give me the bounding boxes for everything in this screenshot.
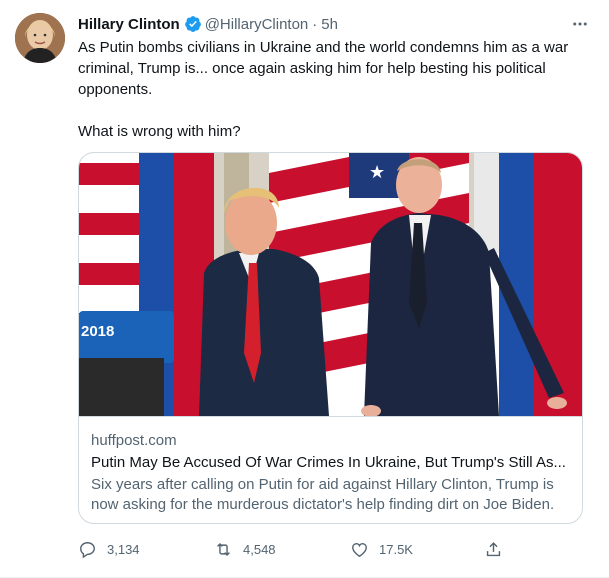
- action-bar: 3,134 4,548 17.5K: [78, 538, 518, 560]
- tweet[interactable]: Hillary Clinton @HillaryClinton · 5h As …: [0, 0, 609, 578]
- share-icon: [486, 541, 501, 556]
- avatar[interactable]: [15, 13, 65, 63]
- card-text: huffpost.com Putin May Be Accused Of War…: [79, 417, 582, 515]
- card-description: Six years after calling on Putin for aid…: [91, 476, 555, 513]
- more-button[interactable]: [568, 13, 592, 35]
- svg-text:★: ★: [369, 162, 385, 182]
- separator-dot: ·: [312, 15, 318, 33]
- share-button[interactable]: [484, 540, 513, 559]
- link-card[interactable]: ★ 2018 huffpost.com Putin May Be Accused…: [78, 152, 583, 524]
- like-icon: [352, 542, 367, 557]
- like-count: 17.5K: [379, 541, 413, 557]
- timestamp[interactable]: 5h: [321, 16, 338, 33]
- reply-count: 3,134: [107, 541, 140, 557]
- podium-label: 2018: [81, 323, 115, 340]
- tweet-text: As Putin bombs civilians in Ukraine and …: [78, 39, 569, 140]
- card-domain: huffpost.com: [91, 432, 177, 449]
- retweet-count: 4,548: [243, 541, 276, 557]
- retweet-icon: [217, 542, 230, 556]
- retweet-button[interactable]: 4,548: [214, 540, 276, 559]
- reply-button[interactable]: 3,134: [78, 540, 140, 559]
- verified-badge-icon: [184, 15, 202, 33]
- more-icon: [573, 22, 587, 26]
- card-title: Putin May Be Accused Of War Crimes In Uk…: [91, 454, 566, 471]
- tweet-header: Hillary Clinton @HillaryClinton · 5h: [78, 13, 584, 35]
- avatar-image: [15, 13, 65, 63]
- reply-icon: [80, 541, 95, 558]
- handle[interactable]: @HillaryClinton: [205, 16, 309, 33]
- card-image: ★: [79, 153, 582, 417]
- tweet-content: Hillary Clinton @HillaryClinton · 5h As …: [78, 13, 587, 142]
- like-button[interactable]: 17.5K: [350, 540, 413, 559]
- display-name[interactable]: Hillary Clinton: [78, 16, 180, 33]
